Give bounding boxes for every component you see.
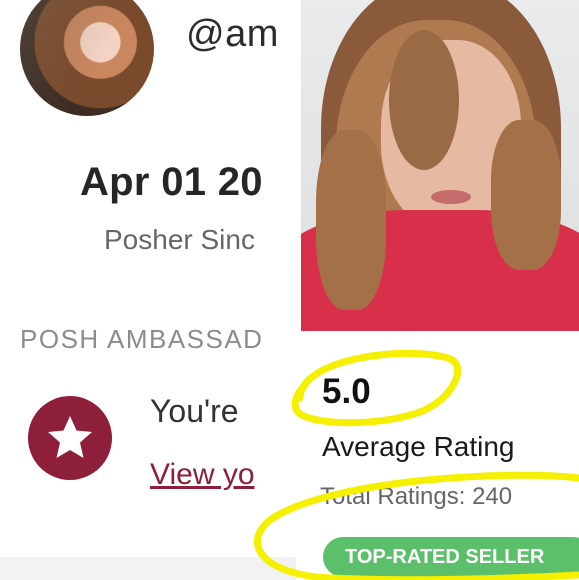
posher-since-label: Posher Sinc [104,224,255,255]
posh-ambassador-heading: POSH AMBASSAD [20,324,264,354]
total-ratings-label: Total Ratings: 240 [320,483,513,510]
profile-date: Apr 01 20 [80,160,263,204]
bottom-divider [0,557,296,580]
top-rated-seller-badge: TOP-RATED SELLER [323,537,579,577]
profile-avatar[interactable] [20,0,154,116]
view-details-link[interactable]: View yo [150,458,255,492]
star-icon [48,416,92,458]
profile-username: @am [186,13,279,55]
profile-photo [301,0,579,331]
ambassador-badge [28,396,112,480]
ambassador-message: You're [150,393,239,429]
average-rating-value: 5.0 [322,372,371,411]
avatar-image [20,0,154,116]
average-rating-label: Average Rating [322,431,515,462]
